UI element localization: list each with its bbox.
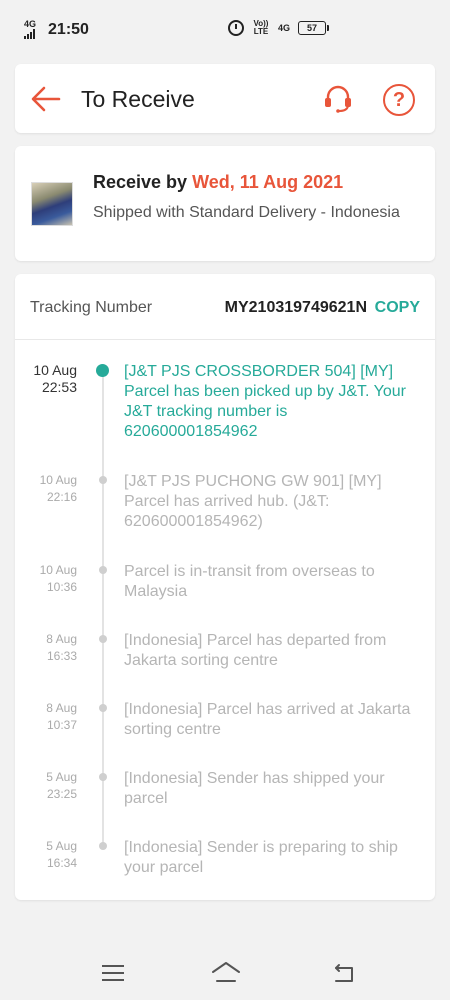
timeline-dot — [99, 704, 107, 712]
volte-indicator: Vo)) LTE — [253, 19, 269, 36]
event-day: 10 Aug — [39, 473, 77, 487]
menu-icon[interactable] — [102, 965, 124, 981]
copy-button[interactable]: COPY — [375, 299, 420, 317]
clock: 21:50 — [48, 20, 89, 38]
event-day: 10 Aug — [39, 563, 77, 577]
delivery-summary-card: Receive by Wed, 11 Aug 2021 Shipped with… — [15, 146, 435, 261]
product-thumbnail[interactable] — [31, 182, 73, 226]
event-time: 22:16 — [46, 490, 77, 504]
shipping-method: Shipped with Standard Delivery - Indones… — [93, 204, 400, 221]
page-header: To Receive ? — [15, 64, 435, 133]
event-description: [Indonesia] Sender has shipped your parc… — [124, 770, 385, 807]
event-time: 16:33 — [46, 649, 77, 663]
alarm-icon — [227, 20, 244, 36]
timeline-dot — [99, 842, 107, 850]
timeline-dot — [99, 476, 107, 484]
back-nav-icon[interactable] — [332, 962, 356, 984]
event-description: [Indonesia] Sender is preparing to ship … — [124, 839, 398, 876]
receive-by-line: Receive by Wed, 11 Aug 2021 — [93, 172, 343, 193]
home-icon[interactable] — [211, 960, 241, 984]
event-date: 5 Aug 23:25 — [17, 769, 77, 803]
event-description: [J&T PJS PUCHONG GW 901] [MY] Parcel has… — [124, 473, 382, 530]
tracking-card: Tracking Number MY210319749621N COPY 10 … — [15, 274, 435, 900]
receive-date: Wed, 11 Aug 2021 — [192, 172, 344, 192]
event-day: 10 Aug — [33, 362, 77, 378]
status-right: Vo)) LTE 4G 57 — [227, 19, 329, 36]
status-left: 4G 21:50 — [24, 20, 89, 39]
event-date: 10 Aug 22:16 — [17, 472, 77, 506]
timeline-dot — [99, 773, 107, 781]
tracking-header: Tracking Number MY210319749621N COPY — [15, 274, 435, 340]
event-time: 16:34 — [46, 856, 77, 870]
event-date: 10 Aug 22:53 — [17, 362, 77, 396]
event-date: 8 Aug 10:37 — [17, 700, 77, 734]
signal-indicator: 4G — [24, 20, 36, 39]
event-description: [Indonesia] Parcel has arrived at Jakart… — [124, 701, 411, 738]
tracking-number: MY210319749621N — [224, 299, 367, 316]
arrow-left-icon[interactable] — [31, 86, 61, 112]
system-nav-bar — [0, 940, 450, 1000]
headset-icon[interactable] — [323, 83, 353, 113]
question-icon[interactable]: ? — [383, 84, 415, 116]
event-description: [Indonesia] Parcel has departed from Jak… — [124, 632, 387, 669]
timeline-dot — [99, 635, 107, 643]
network-type: 4G — [24, 19, 37, 29]
event-date: 8 Aug 16:33 — [17, 631, 77, 665]
timeline-dot-active — [96, 364, 109, 377]
event-day: 5 Aug — [46, 770, 77, 784]
battery-icon: 57 — [298, 21, 329, 35]
event-date: 5 Aug 16:34 — [17, 838, 77, 872]
event-time: 23:25 — [46, 787, 77, 801]
event-time: 10:37 — [46, 718, 77, 732]
event-day: 8 Aug — [46, 632, 77, 646]
network-type-right: 4G — [277, 23, 290, 33]
event-description: [J&T PJS CROSSBORDER 504] [MY] Parcel ha… — [124, 363, 406, 440]
event-day: 5 Aug — [46, 839, 77, 853]
signal-bars-icon — [24, 29, 36, 39]
event-time: 10:36 — [46, 580, 77, 594]
event-day: 8 Aug — [46, 701, 77, 715]
event-description: Parcel is in-transit from overseas to Ma… — [124, 563, 375, 600]
tracking-number-label: Tracking Number — [30, 299, 153, 316]
event-time: 22:53 — [41, 379, 77, 395]
page-title: To Receive — [81, 86, 195, 112]
status-bar: 4G 21:50 Vo)) LTE 4G 57 — [0, 0, 450, 58]
battery-level: 57 — [306, 23, 317, 33]
receive-by-label: Receive by — [93, 172, 188, 192]
timeline-dot — [99, 566, 107, 574]
event-date: 10 Aug 10:36 — [17, 562, 77, 596]
